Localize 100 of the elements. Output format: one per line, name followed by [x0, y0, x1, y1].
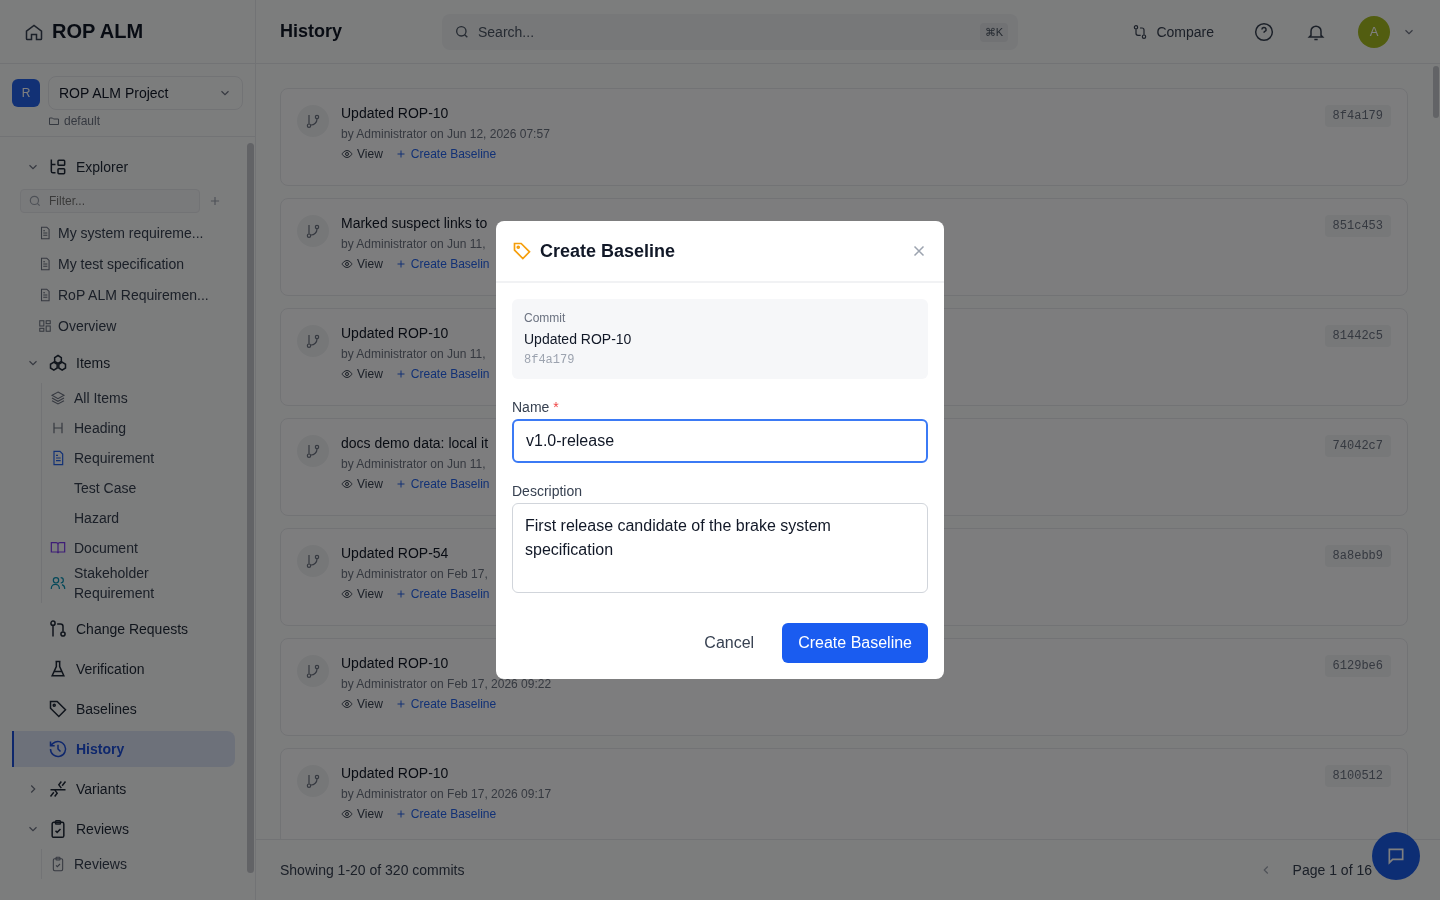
filter-field[interactable]: Filter... [20, 189, 200, 213]
view-link[interactable]: View [341, 257, 383, 271]
create-baseline-button[interactable]: Create Baseline [782, 623, 928, 663]
create-baseline-link[interactable]: Create Baseline [394, 807, 497, 821]
users-icon [50, 575, 66, 591]
results-summary: Showing 1-20 of 320 commits [280, 862, 465, 878]
nav-subitem[interactable]: Requirement [50, 443, 235, 473]
view-link[interactable]: View [341, 367, 383, 381]
branch-icon [305, 663, 321, 679]
scrollbar[interactable] [247, 143, 254, 873]
eye-icon [341, 478, 353, 490]
commit-title: Updated ROP-10 [341, 765, 449, 781]
document-link[interactable]: My system requireme... [20, 217, 235, 248]
nav-item[interactable]: Reviews [12, 811, 235, 847]
nav-subitem[interactable]: Hazard [50, 503, 235, 533]
commit-hash: 8f4a179 [1324, 105, 1391, 127]
eye-icon [341, 368, 353, 380]
create-baseline-link[interactable]: Create Baseline [394, 697, 497, 711]
document-link[interactable]: My test specification [20, 248, 235, 279]
boxes-icon [48, 353, 68, 373]
commit-meta: by Administrator on Feb 17, 2026 09:17 [341, 787, 552, 801]
project-dropdown[interactable]: ROP ALM Project [48, 76, 243, 110]
eye-icon [341, 588, 353, 600]
document-link[interactable]: RoP ALM Requiremen... [20, 279, 235, 310]
branch-icon [305, 773, 321, 789]
nav-subitem[interactable]: All Items [50, 383, 235, 413]
commit-title: Updated ROP-54 [341, 545, 449, 561]
flask-icon [48, 659, 68, 679]
view-link[interactable]: View [341, 697, 383, 711]
nav-subitem[interactable]: Test Case [50, 473, 235, 503]
create-baseline-link[interactable]: Create Baseline [394, 147, 497, 161]
grid-icon [38, 318, 52, 333]
heading-icon [50, 420, 66, 436]
eye-icon [341, 698, 353, 710]
commit-hash: 81442c5 [1324, 325, 1391, 347]
create-baseline-link[interactable]: Create Baselin [394, 367, 490, 381]
branch-icon [305, 113, 321, 129]
commit-title: Updated ROP-10 [341, 655, 449, 671]
commit-title: docs demo data: local it [341, 435, 489, 451]
view-link[interactable]: View [341, 147, 383, 161]
commit-meta: by Administrator on Jun 12, 2026 07:57 [341, 127, 550, 141]
commit-meta: by Administrator on Feb 17, 2026 09:22 [341, 677, 552, 691]
nav-item[interactable]: Change Requests [12, 611, 235, 647]
view-link[interactable]: View [341, 807, 383, 821]
nav-subitem[interactable]: Reviews [50, 849, 235, 879]
nav-item-selected[interactable]: History [12, 731, 235, 767]
file-icon [38, 256, 52, 271]
help-icon[interactable] [1254, 21, 1274, 42]
scrollbar[interactable] [1433, 66, 1439, 118]
create-baseline-link[interactable]: Create Baselin [394, 257, 490, 271]
history-icon [48, 739, 68, 759]
page-title: History [280, 21, 343, 42]
branch-icon [305, 443, 321, 459]
name-field[interactable]: v1.0-release [512, 419, 928, 463]
eye-icon [341, 258, 353, 270]
layers-icon [50, 390, 66, 406]
view-link[interactable]: View [341, 477, 383, 491]
compare-button[interactable]: Compare [1124, 17, 1222, 46]
create-baseline-link[interactable]: Create Baselin [394, 477, 490, 491]
tag-icon [48, 699, 68, 719]
branch-icon [305, 223, 321, 239]
view-link[interactable]: View [341, 587, 383, 601]
workspace-label: default [64, 114, 101, 128]
nav-item[interactable]: Explorer [12, 149, 235, 185]
overview-link[interactable]: Overview [20, 310, 235, 341]
branch-icon [305, 333, 321, 349]
tree-icon [48, 157, 68, 177]
create-baseline-link[interactable]: Create Baselin [394, 587, 490, 601]
commit-meta: by Administrator on Feb 17, [341, 567, 488, 581]
required-mark: * [553, 399, 559, 415]
nav-item[interactable]: Items [12, 345, 235, 381]
add-icon[interactable] [208, 194, 222, 208]
search-icon [454, 23, 470, 40]
commit-meta: by Administrator on Jun 11, [341, 457, 486, 471]
nav-item[interactable]: Verification [12, 651, 235, 687]
split-arrows-icon [48, 779, 68, 799]
file-icon [38, 225, 52, 240]
commit-hash: 8100512 [1324, 765, 1391, 787]
file-icon [50, 450, 66, 466]
commit-hash: 6129be6 [1324, 655, 1391, 677]
chat-icon [1386, 846, 1406, 866]
description-field[interactable]: First release candidate of the brake system specification [512, 503, 928, 593]
nav-subitem[interactable]: Heading [50, 413, 235, 443]
tag-icon [512, 241, 532, 261]
book-icon [50, 540, 66, 556]
commit-title: Updated ROP-10 [524, 331, 633, 347]
nav-item[interactable]: Variants [12, 771, 235, 807]
commit-meta: by Administrator on Jun 11, [341, 347, 486, 361]
nav-subitem[interactable]: Document [50, 533, 235, 563]
nav-item[interactable]: Baselines [12, 691, 235, 727]
cancel-button[interactable]: Cancel [688, 623, 771, 663]
page-indicator: Page 1 of 16 [1292, 862, 1372, 878]
clipboard-check-icon [48, 819, 68, 839]
branch-icon [305, 553, 321, 569]
project-badge: R [12, 79, 40, 107]
commit-hash: 8a8ebb9 [1324, 545, 1391, 567]
commit-title: Updated ROP-10 [341, 105, 449, 121]
app-title: ROP ALM [52, 20, 144, 43]
nav-subitem[interactable]: Stakeholder Requirement [50, 563, 235, 603]
eye-icon [341, 148, 353, 160]
